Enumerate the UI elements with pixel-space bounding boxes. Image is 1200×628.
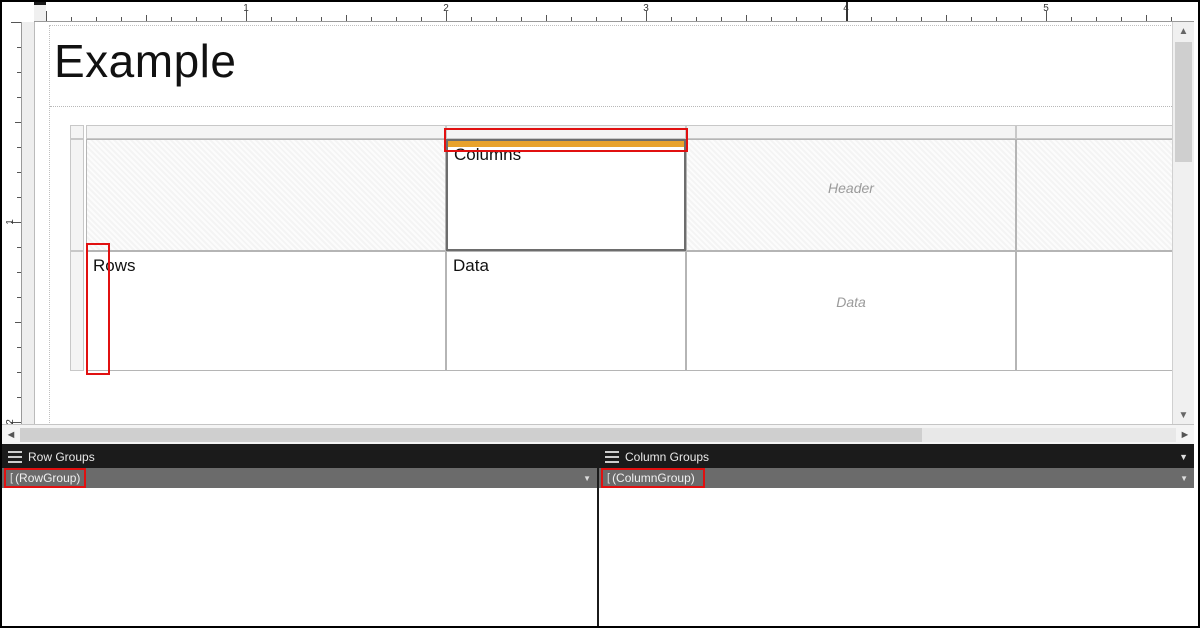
data-cell[interactable]: [1016, 251, 1194, 371]
column-handle[interactable]: [686, 125, 1016, 139]
tablix[interactable]: Columns Header Rows Data Data: [56, 125, 1192, 371]
scroll-up-button[interactable]: ▲: [1173, 22, 1194, 40]
scroll-down-button[interactable]: ▼: [1173, 406, 1194, 424]
column-handle[interactable]: [1016, 125, 1194, 139]
bracket-icon: [: [607, 472, 610, 484]
vertical-scrollbar[interactable]: ▲ ▼: [1172, 22, 1194, 424]
panel-header: Column Groups ▼: [599, 446, 1194, 468]
report-title[interactable]: Example: [50, 26, 1192, 107]
scroll-thumb[interactable]: [20, 428, 922, 442]
column-handle[interactable]: [446, 125, 686, 139]
scroll-thumb[interactable]: [1175, 42, 1192, 162]
row-group-cell[interactable]: Rows: [86, 251, 446, 371]
panel-body[interactable]: [599, 488, 1194, 626]
header-placeholder-cell[interactable]: Header: [686, 139, 1016, 251]
horizontal-scrollbar[interactable]: ◄ ►: [2, 424, 1194, 444]
panel-menu-icon[interactable]: ▼: [1179, 452, 1188, 462]
column-group-label: Columns: [454, 145, 521, 164]
column-group-cell[interactable]: Columns: [446, 139, 686, 251]
ruler-horizontal: 123456: [34, 2, 1194, 22]
panel-header: Row Groups: [2, 446, 597, 468]
placeholder-text: Header: [693, 180, 1009, 196]
column-handle[interactable]: [86, 125, 446, 139]
data-label: Data: [453, 256, 489, 275]
grouping-pane: Row Groups [ (RowGroup) ▼ Column Groups …: [2, 444, 1194, 626]
panel-body[interactable]: [2, 488, 597, 626]
scroll-left-button[interactable]: ◄: [2, 429, 20, 441]
dropdown-icon[interactable]: ▼: [1180, 474, 1188, 483]
panel-title: Column Groups: [625, 450, 709, 464]
dropdown-icon[interactable]: ▼: [583, 474, 591, 483]
report-body[interactable]: Example Columns: [50, 26, 1192, 424]
header-cell[interactable]: [1016, 139, 1194, 251]
table-icon: [605, 451, 619, 463]
data-placeholder-cell[interactable]: Data: [686, 251, 1016, 371]
group-item-label: (RowGroup): [15, 471, 80, 485]
row-group-label: Rows: [93, 256, 136, 275]
group-item-label: (ColumnGroup): [612, 471, 695, 485]
table-icon: [8, 451, 22, 463]
tablix-corner[interactable]: [86, 139, 446, 251]
scroll-right-button[interactable]: ►: [1176, 429, 1194, 441]
placeholder-text: Data: [693, 294, 1009, 310]
row-groups-panel[interactable]: Row Groups [ (RowGroup) ▼: [2, 446, 599, 626]
column-group-item[interactable]: [ (ColumnGroup) ▼: [599, 468, 1194, 488]
column-groups-panel[interactable]: Column Groups ▼ [ (ColumnGroup) ▼: [599, 446, 1194, 626]
ruler-vertical: 123: [2, 22, 22, 424]
design-surface[interactable]: Example Columns: [22, 22, 1194, 424]
data-cell[interactable]: Data: [446, 251, 686, 371]
panel-title: Row Groups: [28, 450, 95, 464]
row-group-item[interactable]: [ (RowGroup) ▼: [2, 468, 597, 488]
bracket-icon: [: [10, 472, 13, 484]
